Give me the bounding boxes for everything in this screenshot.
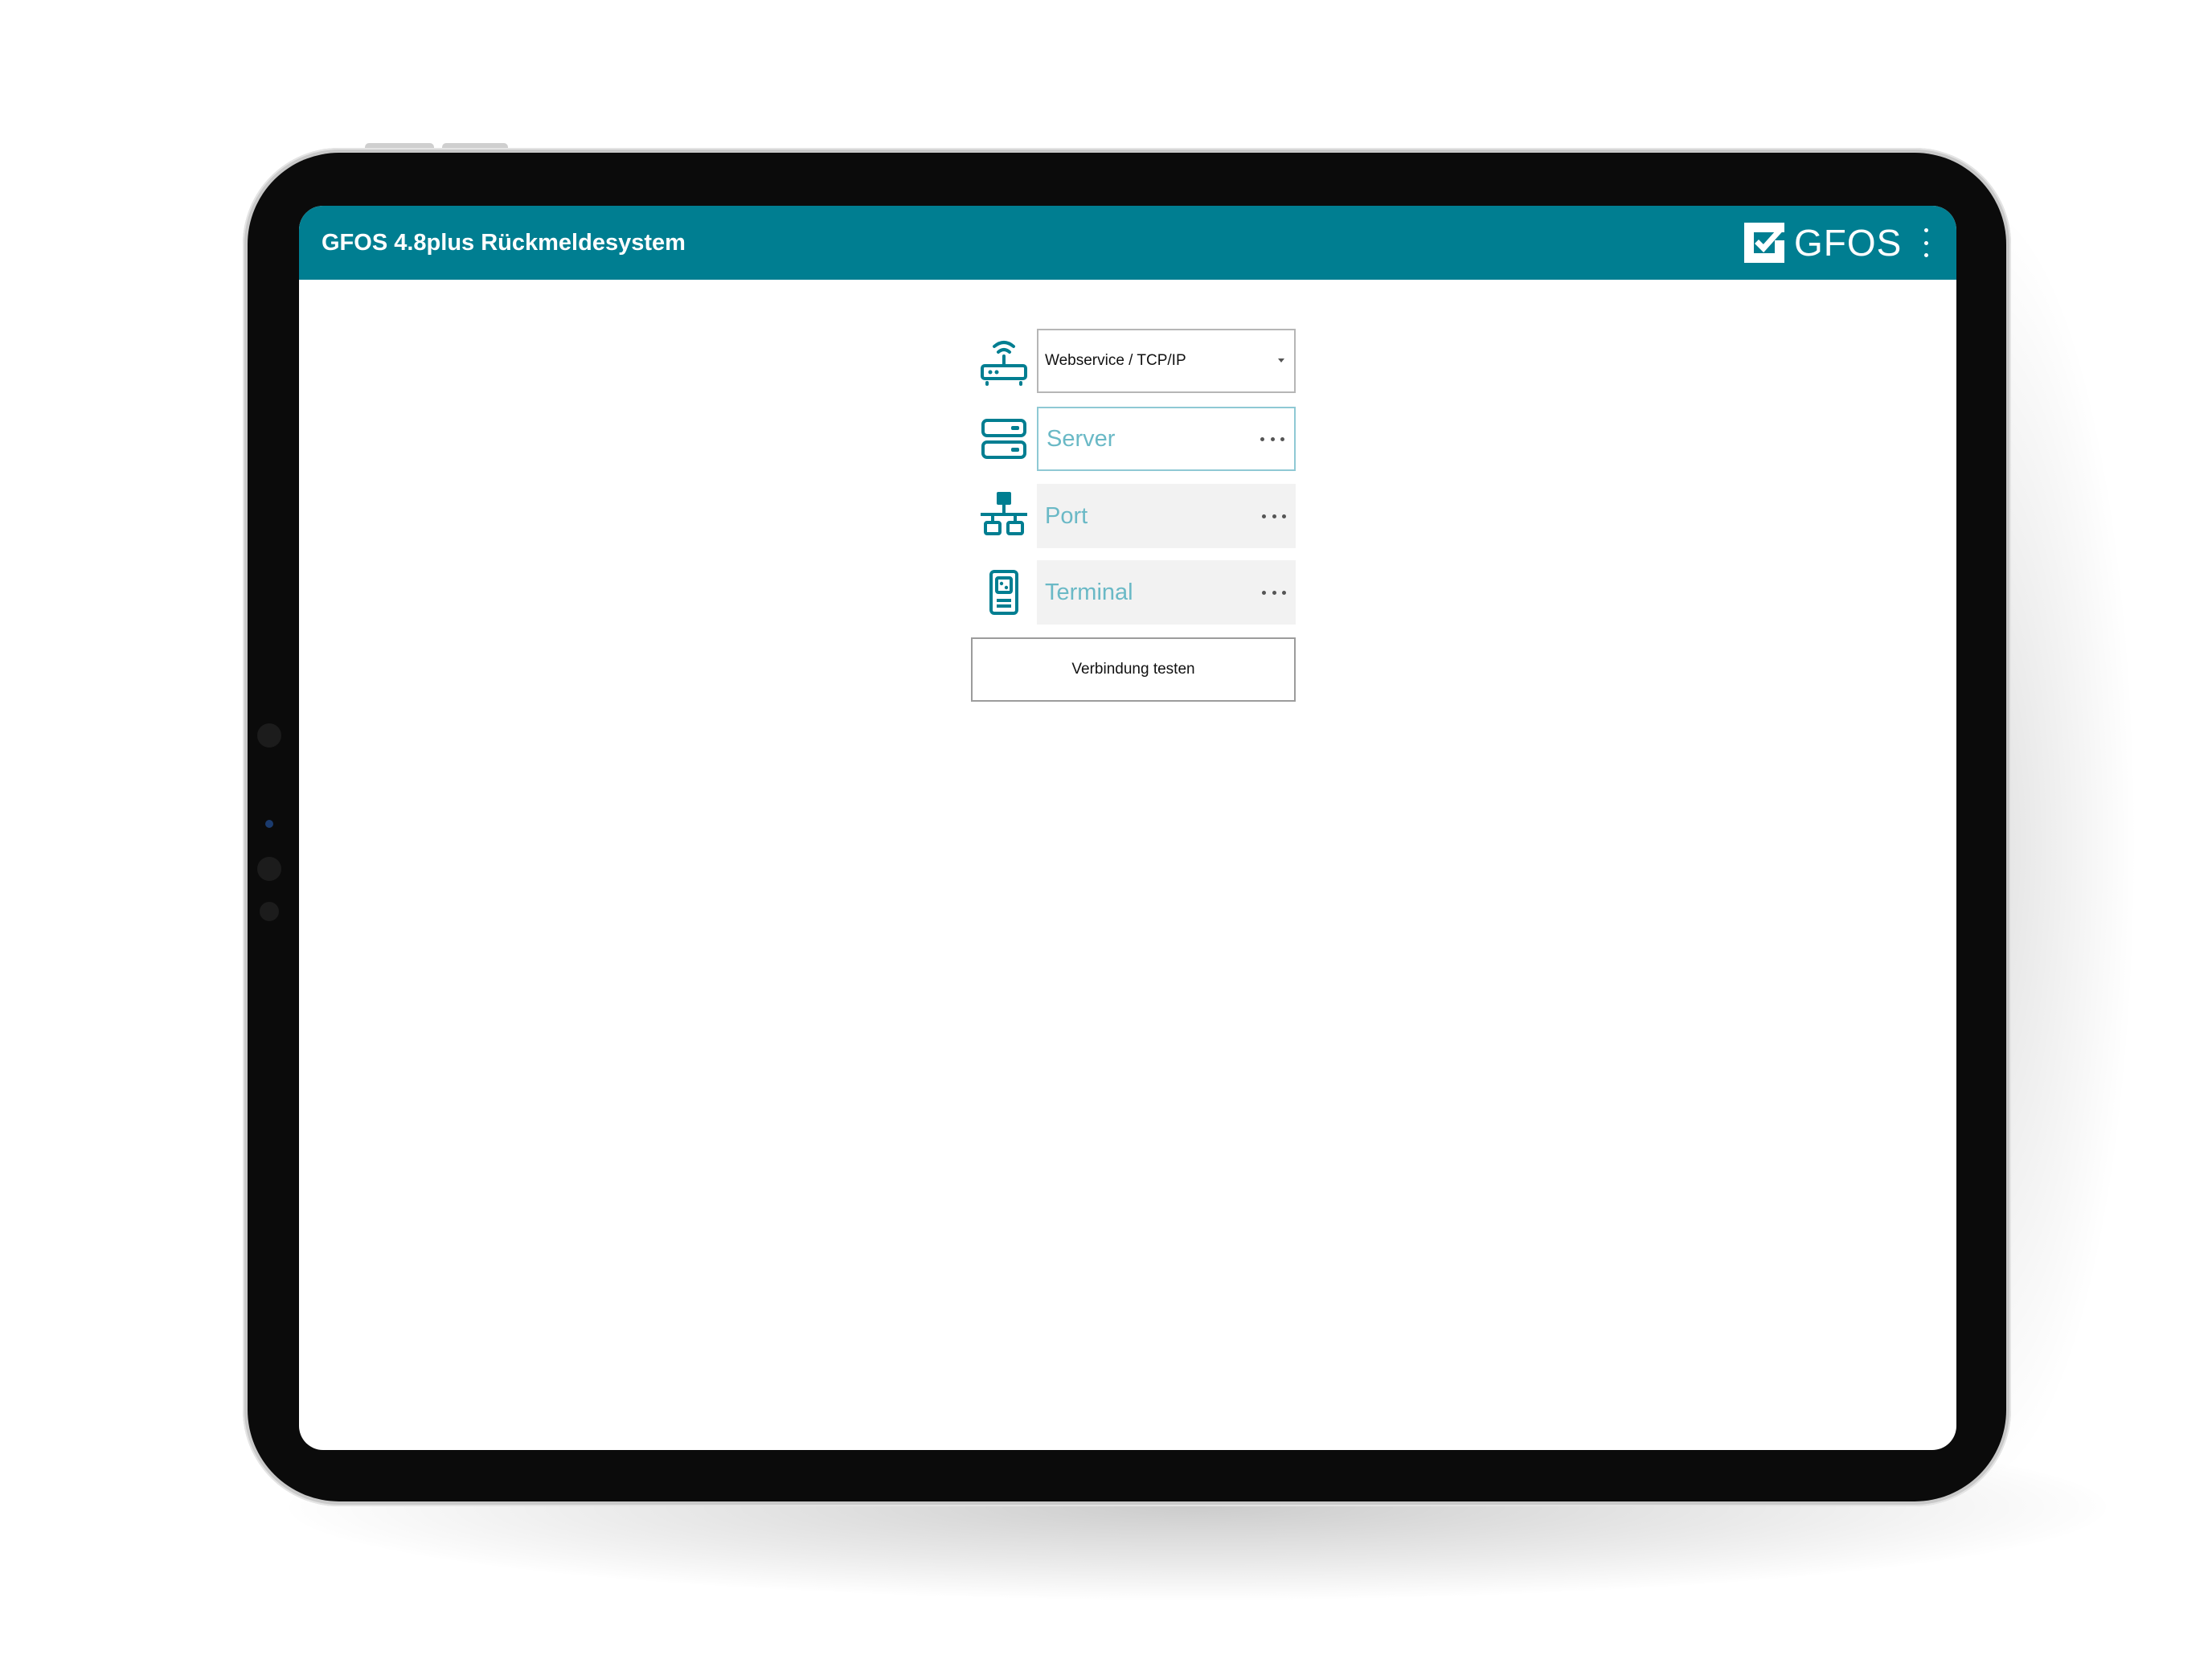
terminal-field[interactable]: [1037, 560, 1296, 625]
app-title: GFOS 4.8plus Rückmeldesystem: [322, 230, 686, 256]
server-field[interactable]: [1037, 407, 1296, 471]
test-connection-button[interactable]: Verbindung testen: [971, 637, 1296, 702]
network-icon: [981, 492, 1027, 535]
stage: GFOS 4.8plus Rückmeldesystem GFOS Webser…: [0, 0, 2212, 1659]
gfos-logo: GFOS: [1744, 222, 1902, 264]
connection-type-select[interactable]: Webservice / TCP/IP: [1037, 329, 1296, 393]
camera-dot: [257, 723, 281, 748]
terminal-input[interactable]: [1037, 560, 1238, 625]
server-more-icon[interactable]: [1260, 408, 1284, 469]
sensor-dot: [265, 820, 273, 828]
terminal-more-icon[interactable]: [1262, 560, 1286, 625]
terminal-device-icon: [989, 570, 1018, 615]
server-input[interactable]: [1038, 408, 1239, 469]
port-field[interactable]: [1037, 484, 1296, 548]
camera-array: [257, 723, 283, 932]
more-options-icon[interactable]: [1916, 228, 1936, 257]
port-more-icon[interactable]: [1262, 484, 1286, 548]
server-icon: [981, 419, 1026, 459]
chevron-down-icon: [1278, 358, 1284, 363]
app-screen: GFOS 4.8plus Rückmeldesystem GFOS Webser…: [299, 206, 1956, 1450]
router-icon: [981, 341, 1027, 386]
camera-dot: [257, 857, 281, 881]
port-input[interactable]: [1037, 484, 1238, 548]
app-header: GFOS 4.8plus Rückmeldesystem GFOS: [299, 206, 1956, 280]
gfos-logo-icon: [1744, 223, 1784, 263]
camera-dot: [260, 902, 279, 921]
logo-text: GFOS: [1794, 222, 1903, 264]
connection-type-value: Webservice / TCP/IP: [1045, 352, 1186, 369]
